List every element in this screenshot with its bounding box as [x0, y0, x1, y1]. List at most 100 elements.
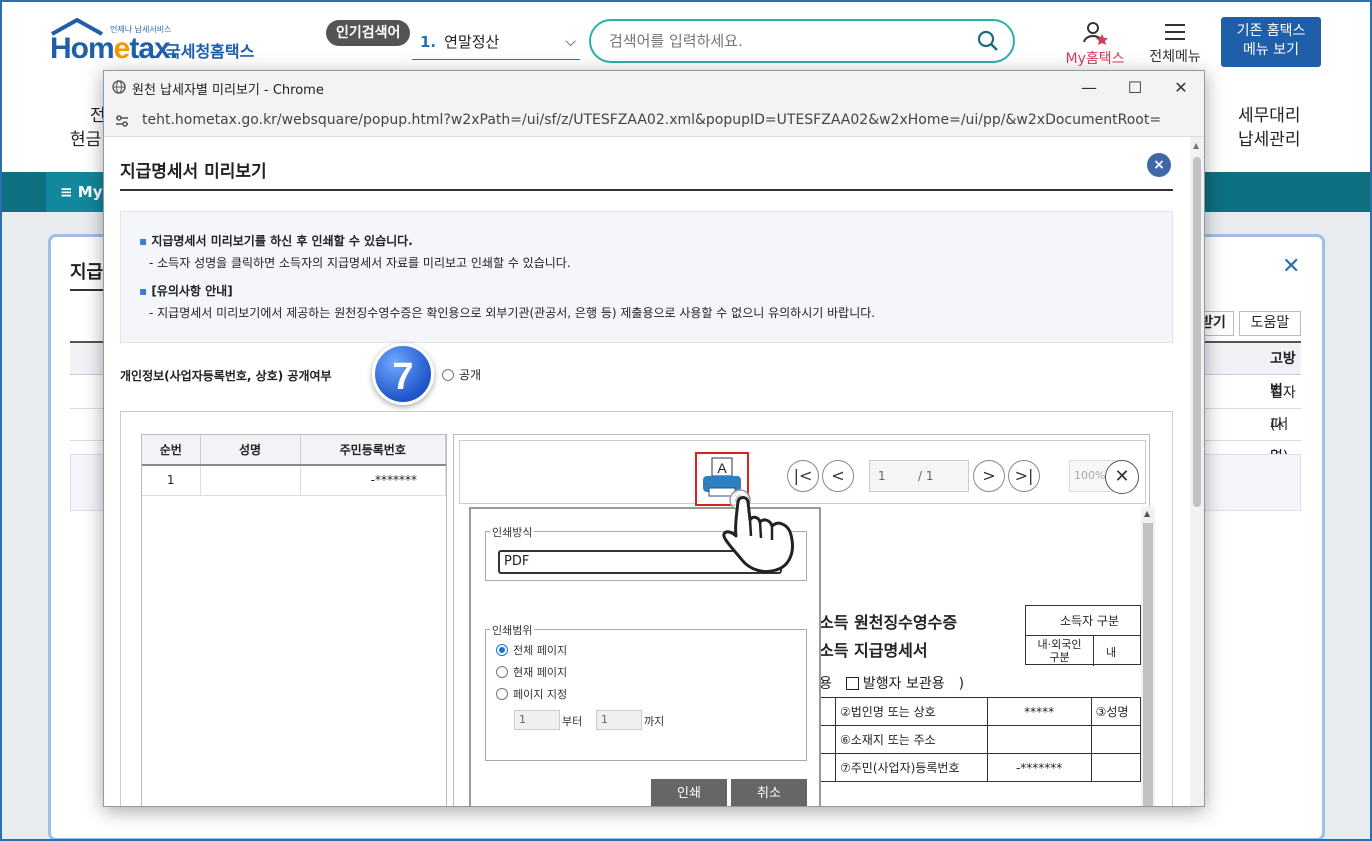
- total-pages: / 1: [918, 469, 934, 483]
- scroll-thumb[interactable]: [1193, 157, 1201, 507]
- current-page-input[interactable]: 1: [878, 461, 886, 491]
- legacy-line-1: 기존 홈택스: [1236, 23, 1306, 39]
- print-icon-letter: A: [717, 460, 727, 476]
- radio-icon: [496, 688, 508, 700]
- doc-cell: -*******: [986, 753, 1092, 782]
- pointing-hand-icon: [722, 489, 794, 574]
- search-icon[interactable]: [977, 30, 999, 52]
- doc-cell: ⑥소재지 또는 주소: [835, 725, 988, 754]
- checkbox-icon: [845, 677, 859, 690]
- income-type-box: 소득자 구분 내·외국인 구분 내: [1025, 605, 1141, 666]
- range-from-label: 부터: [562, 715, 583, 728]
- preview-area: 순번 성명 주민등록번호 1 -******* A |< < 1 / 1 > >…: [120, 411, 1173, 806]
- popular-term: 연말정산: [444, 33, 500, 51]
- column-header: 성명: [200, 435, 301, 466]
- page-indicator: 1 / 1: [869, 460, 969, 492]
- range-current-radio[interactable]: 현재 페이지: [496, 664, 567, 680]
- range-from-input[interactable]: 1: [514, 710, 560, 730]
- print-confirm-button[interactable]: 인쇄: [651, 779, 727, 806]
- chevron-down-icon: ⌵: [565, 34, 576, 50]
- nav-tax-agent[interactable]: 세무대리 납세관리: [1238, 104, 1301, 152]
- table-row: ②법인명 또는 상호 ***** ③성명: [819, 697, 1142, 726]
- range-all-radio[interactable]: 전체 페이지: [496, 642, 567, 658]
- legacy-menu-button[interactable]: 기존 홈택스 메뉴 보기: [1221, 17, 1321, 67]
- preview-popup-window: 원천 납세자별 미리보기 - Chrome — ☐ ✕ teht.hometax…: [103, 70, 1205, 807]
- doc-cell: *****: [986, 697, 1092, 726]
- step-number-badge: 7: [372, 343, 434, 405]
- guide-heading: 지급명세서 미리보기를 하신 후 인쇄할 수 있습니다.: [139, 230, 1172, 252]
- last-page-button[interactable]: >|: [1008, 460, 1040, 492]
- popular-rank: 1.: [420, 33, 437, 51]
- document-scrollbar[interactable]: ▲: [1141, 507, 1155, 806]
- site-settings-icon[interactable]: [114, 113, 130, 129]
- popular-search-badge: 인기검색어: [326, 20, 411, 46]
- column-header: 주민등록번호: [300, 435, 446, 466]
- hometax-logo[interactable]: 언제나 납세서비스 Hometax. 국세청홈택스: [48, 18, 268, 66]
- radio-icon: [442, 369, 454, 381]
- all-menu-label: 전체메뉴: [1149, 49, 1201, 65]
- doc-check-suffix: ): [958, 676, 965, 692]
- radio-icon: [496, 666, 508, 678]
- row-name[interactable]: [200, 465, 301, 496]
- globe-icon: [112, 80, 126, 94]
- close-icon[interactable]: ✕: [1282, 254, 1300, 279]
- guide-text: - 소득자 성명을 클릭하면 소득자의 지급명세서 자료를 미리보고 인쇄할 수…: [149, 256, 571, 270]
- public-radio[interactable]: 공개: [442, 366, 481, 383]
- nav-right-line-1: 세무대리: [1238, 106, 1301, 126]
- address-bar: teht.hometax.go.kr/websquare/popup.html?…: [104, 105, 1204, 137]
- popup-scrollbar[interactable]: ▲: [1190, 137, 1204, 806]
- minimize-button[interactable]: —: [1066, 71, 1112, 105]
- all-menu-button[interactable]: 전체메뉴: [1140, 22, 1210, 66]
- doc-cell: [986, 725, 1092, 754]
- nationality-label: 내·외국인 구분: [1026, 636, 1094, 666]
- maximize-button[interactable]: ☐: [1112, 71, 1158, 105]
- column-header: 순번: [142, 435, 201, 466]
- divider: [120, 189, 1173, 191]
- prev-page-button[interactable]: <: [822, 460, 854, 492]
- popup-content: 지급명세서 미리보기 × 지급명세서 미리보기를 하신 후 인쇄할 수 있습니다…: [104, 137, 1190, 806]
- range-to-label: 까지: [644, 715, 665, 728]
- range-to-input[interactable]: 1: [596, 710, 642, 730]
- popup-close-button[interactable]: ×: [1147, 153, 1171, 177]
- print-range-group: 인쇄범위 전체 페이지 현재 페이지 페이지 지정 1 부터 1 까지: [485, 622, 807, 761]
- nav-left[interactable]: 전 현금: [70, 104, 106, 152]
- url-text[interactable]: teht.hometax.go.kr/websquare/popup.html?…: [142, 112, 1161, 128]
- nav-left-line-2: 현금: [70, 130, 102, 150]
- notice-text: - 지급명세서 미리보기에서 제공하는 원천징수영수증은 확인용으로 외부기관(…: [149, 306, 876, 320]
- table-row: ⑦주민(사업자)등록번호 -*******: [819, 753, 1142, 782]
- window-title: 원천 납세자별 미리보기 - Chrome: [132, 83, 324, 98]
- doc-title-1: 소득 원천징수영수증: [819, 613, 958, 632]
- doc-cell: ②법인명 또는 상호: [835, 697, 988, 726]
- scroll-up-icon[interactable]: ▲: [1144, 509, 1150, 518]
- logo-wordmark: Hometax.: [50, 32, 178, 65]
- viewer-close-button[interactable]: ✕: [1105, 460, 1139, 494]
- legacy-line-2: 메뉴 보기: [1243, 42, 1299, 58]
- help-button[interactable]: 도움말: [1239, 311, 1301, 336]
- my-hometax-link[interactable]: My홈택스: [1060, 20, 1130, 68]
- popular-search-select[interactable]: 1. 연말정산 ⌵: [412, 28, 580, 60]
- logo-korean: 국세청홈택스: [166, 42, 255, 61]
- income-type-header: 소득자 구분: [1026, 606, 1140, 636]
- window-close-button[interactable]: ✕: [1158, 71, 1204, 105]
- print-method-value: PDF: [504, 554, 530, 569]
- doc-title-2: 소득 지급명세서: [819, 641, 928, 660]
- range-custom-label: 페이지 지정: [513, 688, 568, 701]
- nav-left-line-1: 전: [90, 106, 106, 126]
- window-titlebar: 원천 납세자별 미리보기 - Chrome — ☐ ✕: [104, 71, 1204, 105]
- range-current-label: 현재 페이지: [513, 666, 568, 679]
- search-input[interactable]: [609, 29, 969, 53]
- doc-cell: [1090, 753, 1142, 782]
- print-cancel-button[interactable]: 취소: [731, 779, 807, 806]
- next-page-button[interactable]: >: [973, 460, 1005, 492]
- range-all-label: 전체 페이지: [513, 644, 568, 657]
- notice-heading: [유의사항 안내]: [139, 280, 1172, 302]
- range-custom-radio[interactable]: 페이지 지정: [496, 686, 567, 702]
- doc-checkbox-row: 용 발행자 보관용): [819, 673, 964, 693]
- table-row[interactable]: 1 -*******: [142, 465, 446, 496]
- doc-table: ②법인명 또는 상호 ***** ③성명 ⑥소재지 또는 주소 ⑦주민(사업자)등록…: [819, 697, 1142, 782]
- doc-cell: [1090, 725, 1142, 754]
- scroll-up-icon[interactable]: ▲: [1193, 141, 1199, 150]
- row-no: 1: [142, 465, 201, 496]
- nationality-value: 내: [1106, 646, 1117, 659]
- scroll-thumb[interactable]: [1143, 523, 1153, 806]
